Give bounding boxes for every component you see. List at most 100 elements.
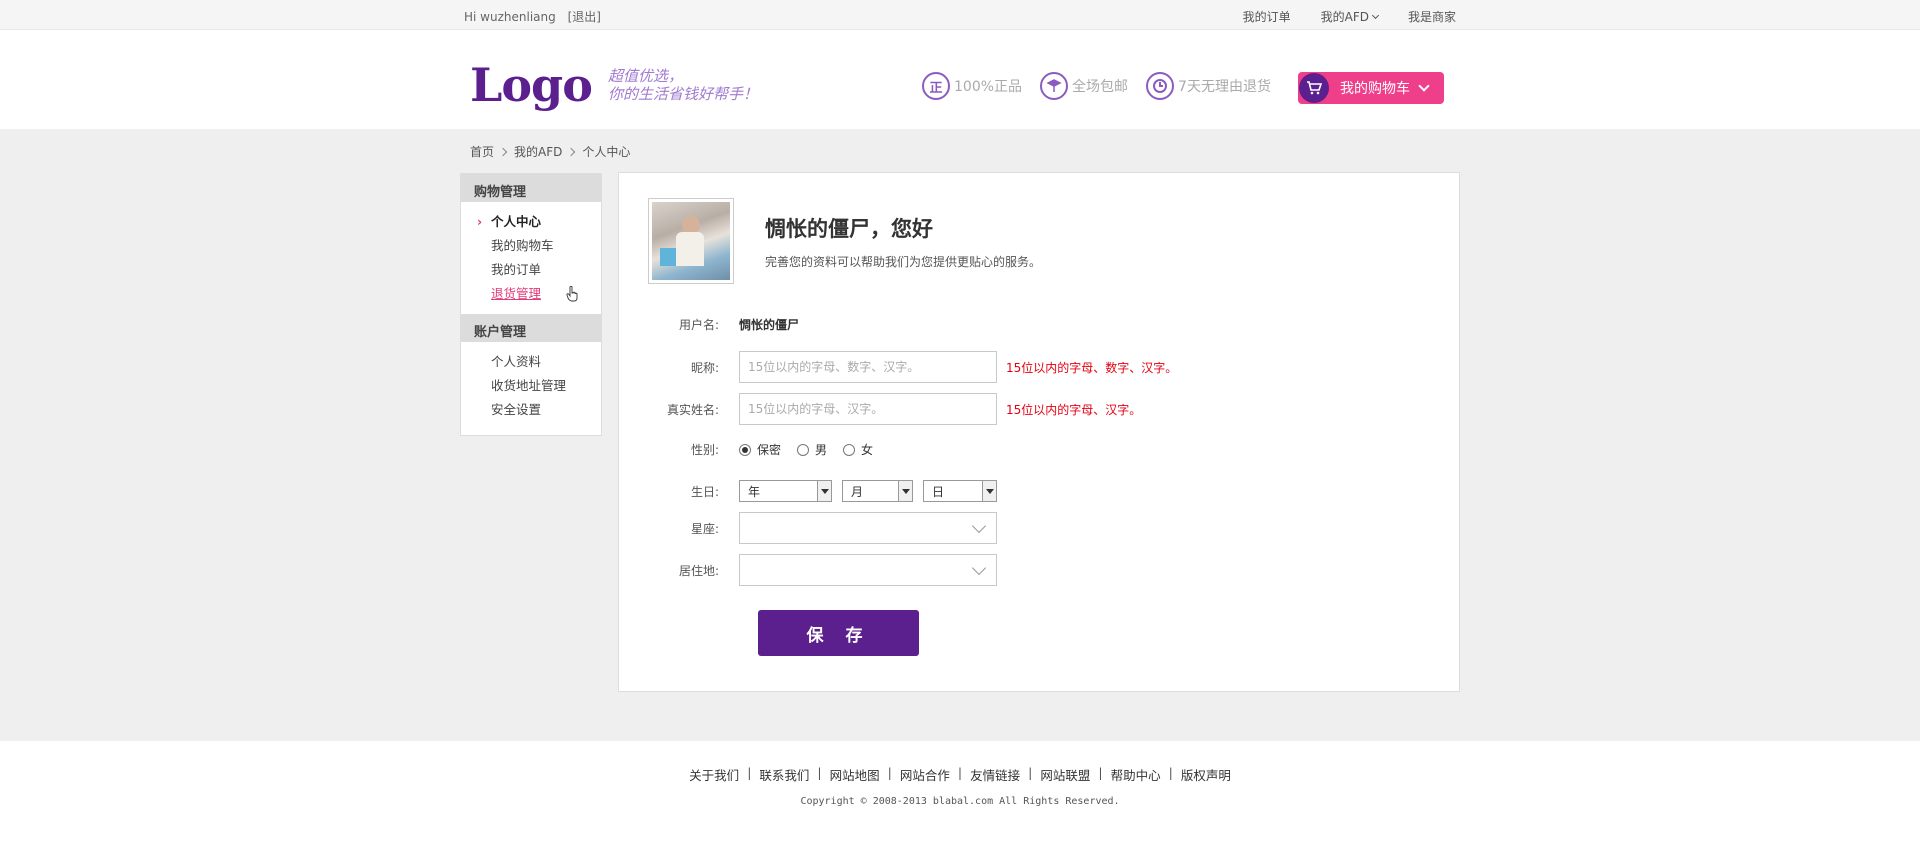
slogan-line-1: 超值优选，	[608, 67, 684, 85]
footer-link-contact[interactable]: 联系我们	[759, 765, 809, 784]
select-value: 日	[932, 484, 945, 499]
sidebar-list: 个人资料 收货地址管理 安全设置	[461, 342, 601, 430]
avatar[interactable]	[648, 198, 734, 284]
sidebar-item-returns[interactable]: 退货管理	[491, 282, 601, 306]
nickname-hint: 15位以内的字母、数字、汉字。	[1006, 360, 1178, 375]
realname-hint: 15位以内的字母、汉字。	[1006, 402, 1142, 417]
residence-select[interactable]	[739, 554, 997, 586]
hand-cursor-icon	[566, 286, 578, 302]
gender-label: 性别:	[690, 443, 719, 457]
sidebar-item-personal-center[interactable]: 个人中心	[477, 210, 601, 234]
sidebar-item-security[interactable]: 安全设置	[491, 398, 601, 422]
page-title: 惆怅的僵尸，您好	[765, 217, 933, 241]
profile-panel: 惆怅的僵尸，您好 完善您的资料可以帮助我们为您提供更贴心的服务。 用户名: 惆怅…	[618, 172, 1460, 692]
service-features: 正 100%正品 全场包邮 7天无理由退货	[922, 72, 1271, 100]
site-logo[interactable]: Logo	[470, 58, 593, 112]
select-value: 年	[748, 484, 761, 499]
sidebar: 购物管理 个人中心 我的购物车 我的订单 退货管理 账户管理 个人资料 收货地址…	[460, 173, 602, 436]
footer-link-sitemap[interactable]: 网站地图	[830, 765, 880, 784]
residence-row: 居住地:	[619, 554, 997, 586]
save-button[interactable]: 保 存	[758, 610, 919, 656]
merchant-link[interactable]: 我是商家	[1408, 8, 1456, 25]
chevron-down-icon	[1418, 80, 1430, 92]
footer-link-alliance[interactable]: 网站联盟	[1040, 765, 1090, 784]
sidebar-list: 个人中心 我的购物车 我的订单 退货管理	[461, 202, 601, 314]
cart-icon	[1299, 73, 1329, 103]
logout-link[interactable]: [退出]	[568, 10, 601, 24]
feature-genuine: 正 100%正品	[922, 72, 1022, 100]
breadcrumb: 首页 我的AFD 个人中心	[470, 143, 630, 160]
username-row: 用户名: 惆怅的僵尸	[619, 315, 799, 333]
breadcrumb-my-afd[interactable]: 我的AFD	[514, 143, 562, 160]
nickname-input[interactable]	[739, 351, 997, 383]
footer-link-copyright[interactable]: 版权声明	[1181, 765, 1231, 784]
residence-label: 居住地:	[678, 563, 719, 578]
genuine-icon: 正	[922, 72, 950, 100]
shipping-icon	[1040, 72, 1069, 100]
sidebar-section-title: 购物管理	[461, 174, 601, 202]
dropdown-arrow-icon	[898, 481, 912, 501]
radio-label: 保密	[757, 443, 782, 457]
user-greeting: Hi wuzhenliang [退出]	[464, 8, 609, 25]
feature-label: 7天无理由退货	[1178, 79, 1271, 95]
dropdown-arrow-icon	[982, 481, 996, 501]
zodiac-row: 星座:	[619, 512, 997, 544]
sidebar-item-my-cart[interactable]: 我的购物车	[491, 234, 601, 258]
feature-shipping: 全场包邮	[1040, 72, 1128, 100]
profile-subtext: 完善您的资料可以帮助我们为您提供更贴心的服务。	[765, 255, 1042, 269]
zodiac-select[interactable]	[739, 512, 997, 544]
sidebar-item-label: 退货管理	[491, 286, 542, 301]
birthday-month-select[interactable]: 月	[842, 480, 913, 502]
dropdown-arrow-icon	[817, 481, 831, 501]
feature-returns: 7天无理由退货	[1146, 72, 1271, 100]
slogan-line-2: 你的生活省钱好帮手！	[608, 85, 759, 103]
realname-input[interactable]	[739, 393, 997, 425]
username-value: 惆怅的僵尸	[739, 317, 800, 332]
radio-label: 男	[815, 443, 828, 457]
my-afd-dropdown[interactable]: 我的AFD	[1321, 8, 1378, 25]
copyright-text: Copyright © 2008-2013 blabal.com All Rig…	[800, 796, 1120, 807]
birthday-day-select[interactable]: 日	[923, 480, 997, 502]
top-links: 我的订单 我的AFD 我是商家	[1243, 8, 1456, 25]
gender-radio-secret[interactable]: 保密	[739, 441, 781, 458]
username-label: 用户名:	[678, 317, 719, 332]
sidebar-item-my-orders[interactable]: 我的订单	[491, 258, 601, 282]
cart-button[interactable]: 我的购物车	[1298, 72, 1444, 104]
my-orders-link[interactable]: 我的订单	[1243, 8, 1291, 25]
greeting-text: Hi wuzhenliang	[464, 10, 556, 24]
chevron-right-icon	[567, 147, 576, 156]
realname-label: 真实姓名:	[666, 402, 719, 417]
footer-link-cooperation[interactable]: 网站合作	[900, 765, 950, 784]
main-area: 首页 我的AFD 个人中心 购物管理 个人中心 我的购物车 我的订单 退货管理 …	[0, 129, 1920, 741]
radio-icon	[797, 443, 810, 456]
zodiac-label: 星座:	[690, 521, 719, 536]
realname-row: 真实姓名: 15位以内的字母、汉字。	[619, 393, 1141, 425]
sidebar-item-profile[interactable]: 个人资料	[491, 350, 601, 374]
nickname-label: 昵称:	[690, 360, 719, 375]
site-header: Logo 超值优选， 你的生活省钱好帮手！ 正 100%正品 全场包邮 7天无理…	[0, 30, 1920, 129]
breadcrumb-home[interactable]: 首页	[470, 143, 494, 160]
feature-label: 100%正品	[954, 79, 1023, 95]
footer-link-friends[interactable]: 友情链接	[970, 765, 1020, 784]
select-value: 月	[851, 484, 864, 499]
site-footer: 关于我们 | 联系我们 | 网站地图 | 网站合作 | 友情链接 | 网站联盟 | 帮助中心…	[0, 741, 1920, 842]
avatar-image	[652, 202, 730, 280]
feature-label: 全场包邮	[1072, 79, 1129, 95]
nickname-row: 昵称: 15位以内的字母、数字、汉字。	[619, 351, 1177, 383]
sidebar-section-title: 账户管理	[461, 314, 601, 342]
clock-icon	[1146, 72, 1175, 100]
radio-label: 女	[861, 443, 874, 457]
gender-radio-female[interactable]: 女	[843, 441, 873, 458]
sidebar-item-addresses[interactable]: 收货地址管理	[491, 374, 601, 398]
footer-link-about[interactable]: 关于我们	[689, 765, 739, 784]
footer-link-help[interactable]: 帮助中心	[1111, 765, 1161, 784]
birthday-label: 生日:	[690, 484, 719, 499]
gender-radio-male[interactable]: 男	[797, 441, 827, 458]
birthday-year-select[interactable]: 年	[739, 480, 832, 502]
birthday-row: 生日: 年 月 日	[619, 480, 1007, 502]
top-bar: Hi wuzhenliang [退出] 我的订单 我的AFD 我是商家	[0, 0, 1920, 30]
slogan: 超值优选， 你的生活省钱好帮手！	[608, 67, 758, 103]
footer-links: 关于我们 | 联系我们 | 网站地图 | 网站合作 | 友情链接 | 网站联盟 | 帮助中心…	[689, 765, 1231, 784]
breadcrumb-current: 个人中心	[582, 145, 631, 159]
radio-selected-icon	[739, 443, 751, 456]
